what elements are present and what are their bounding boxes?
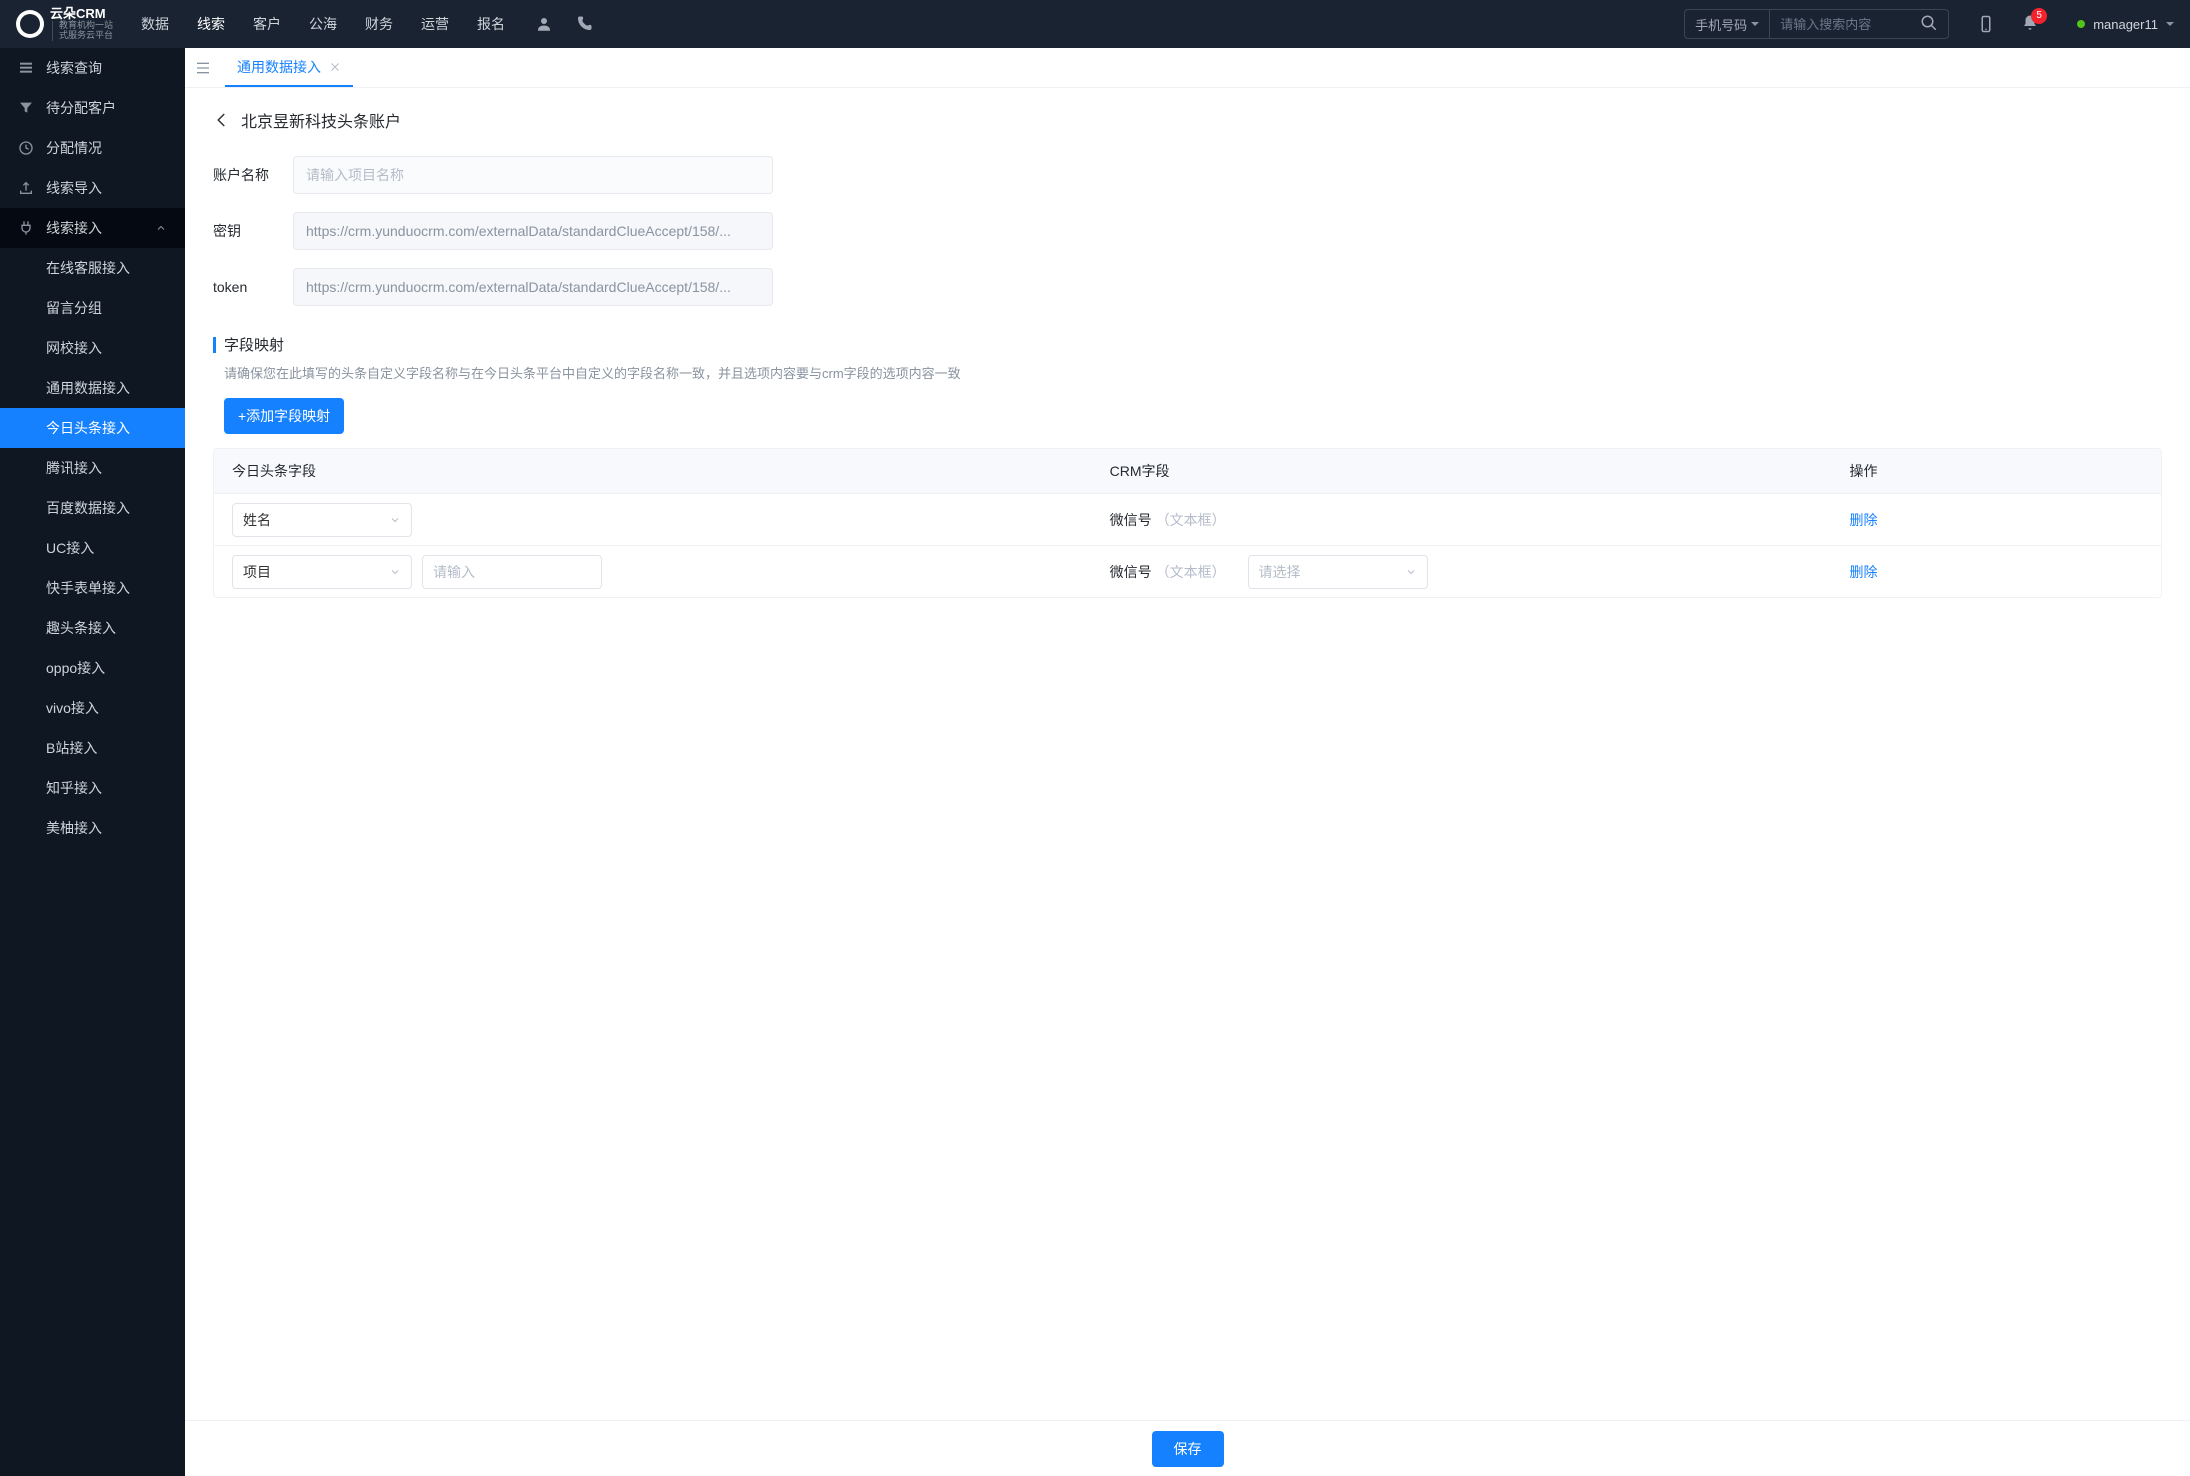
plug-icon	[18, 220, 34, 236]
account-name-label: 账户名称	[213, 165, 293, 185]
tab-generic-data[interactable]: 通用数据接入	[225, 48, 353, 87]
chevron-down-icon	[1751, 22, 1759, 30]
chevron-down-icon	[1405, 566, 1417, 578]
search-input[interactable]	[1770, 17, 1910, 32]
toutiao-field-select[interactable]: 姓名	[232, 503, 412, 537]
sidebar-subitem[interactable]: 快手表单接入	[0, 568, 185, 608]
add-mapping-button[interactable]: +添加字段映射	[224, 398, 344, 434]
toutiao-field-input[interactable]	[422, 555, 602, 589]
mapping-section-title: 字段映射	[224, 334, 284, 355]
notification-button[interactable]: 5	[2021, 14, 2039, 35]
search-icon	[1920, 14, 1938, 32]
sidebar-subitem[interactable]: B站接入	[0, 728, 185, 768]
table-row: 姓名 微信号（文本框） 删除	[214, 493, 2161, 545]
close-icon[interactable]	[329, 61, 341, 73]
table-header: 今日头条字段 CRM字段 操作	[214, 449, 2161, 493]
nav-item[interactable]: 公海	[309, 10, 337, 38]
chevron-down-icon	[389, 514, 401, 526]
toutiao-field-select[interactable]: 项目	[232, 555, 412, 589]
mobile-icon[interactable]	[1977, 15, 1995, 33]
delete-row-button[interactable]: 删除	[1849, 510, 1877, 530]
sidebar: 线索查询待分配客户分配情况线索导入线索接入在线客服接入留言分组网校接入通用数据接…	[0, 48, 185, 1476]
sidebar-subitem[interactable]: 腾讯接入	[0, 448, 185, 488]
sidebar-item[interactable]: 分配情况	[0, 128, 185, 168]
sidebar-subitem[interactable]: 知乎接入	[0, 768, 185, 808]
crm-field-label: 微信号	[1110, 564, 1152, 580]
main-area: 通用数据接入 北京昱新科技头条账户 账户名称 密钥 to	[185, 48, 2190, 1476]
user-add-icon[interactable]	[535, 15, 553, 33]
phone-icon[interactable]	[575, 15, 593, 33]
sidebar-item[interactable]: 线索导入	[0, 168, 185, 208]
col-action: 操作	[1849, 461, 2161, 481]
page-title: 北京昱新科技头条账户	[241, 108, 401, 132]
user-menu[interactable]: manager11	[2077, 17, 2174, 32]
back-icon[interactable]	[213, 111, 231, 129]
list-icon	[18, 60, 34, 76]
search-button[interactable]	[1910, 14, 1948, 35]
search-type-select[interactable]: 手机号码	[1685, 10, 1770, 38]
mapping-section-desc: 请确保您在此填写的头条自定义字段名称与在今日头条平台中自定义的字段名称一致，并且…	[213, 363, 2162, 382]
token-label: token	[213, 279, 293, 295]
section-bar-icon	[213, 337, 216, 353]
secret-label: 密钥	[213, 221, 293, 241]
clock-icon	[18, 140, 34, 156]
sidebar-subitem[interactable]: 百度数据接入	[0, 488, 185, 528]
sidebar-subitem[interactable]: vivo接入	[0, 688, 185, 728]
sidebar-item[interactable]: 线索接入	[0, 208, 185, 248]
sidebar-subitem[interactable]: 美柚接入	[0, 808, 185, 848]
save-button[interactable]: 保存	[1152, 1431, 1224, 1467]
crm-field-select[interactable]: 请选择	[1248, 555, 1428, 589]
nav-item[interactable]: 运营	[421, 10, 449, 38]
sidebar-subitem[interactable]: 网校接入	[0, 328, 185, 368]
upload-icon	[18, 180, 34, 196]
collapse-sidebar-icon[interactable]	[195, 60, 211, 76]
nav-item[interactable]: 客户	[253, 10, 281, 38]
nav-item[interactable]: 报名	[477, 10, 505, 38]
table-row: 项目 微信号（文本框） 请选择 删除	[214, 545, 2161, 597]
sidebar-item[interactable]: 待分配客户	[0, 88, 185, 128]
crm-field-type: （文本框）	[1156, 564, 1226, 580]
sidebar-subitem[interactable]: 在线客服接入	[0, 248, 185, 288]
sidebar-subitem[interactable]: 趣头条接入	[0, 608, 185, 648]
account-name-input[interactable]	[293, 156, 773, 194]
page-content: 北京昱新科技头条账户 账户名称 密钥 token 字段映射	[185, 88, 2190, 1476]
footer-bar: 保存	[185, 1420, 2190, 1476]
chevron-down-icon	[2166, 22, 2174, 30]
logo-subline: 教育机构一站 式服务云平台	[52, 21, 113, 41]
logo: 云朵CRM 教育机构一站 式服务云平台	[16, 7, 113, 41]
sidebar-subitem[interactable]: 今日头条接入	[0, 408, 185, 448]
chevron-up-icon	[155, 222, 167, 234]
filter-icon	[18, 100, 34, 116]
nav-item[interactable]: 财务	[365, 10, 393, 38]
tab-bar: 通用数据接入	[185, 48, 2190, 88]
col-toutiao-field: 今日头条字段	[214, 461, 1110, 481]
search-box: 手机号码	[1684, 9, 1949, 39]
sidebar-subitem[interactable]: oppo接入	[0, 648, 185, 688]
sidebar-subitem[interactable]: 留言分组	[0, 288, 185, 328]
sidebar-subitem[interactable]: UC接入	[0, 528, 185, 568]
nav-item[interactable]: 线索	[197, 10, 225, 38]
sidebar-item[interactable]: 线索查询	[0, 48, 185, 88]
notification-badge: 5	[2031, 8, 2047, 24]
top-nav: 云朵CRM 教育机构一站 式服务云平台 数据线索客户公海财务运营报名 手机号码	[0, 0, 2190, 48]
status-online-icon	[2077, 20, 2085, 28]
chevron-down-icon	[389, 566, 401, 578]
mapping-table: 今日头条字段 CRM字段 操作 姓名微信号（文本框）删除项目微信号（文本框） 请…	[213, 448, 2162, 598]
sidebar-subitem[interactable]: 通用数据接入	[0, 368, 185, 408]
crm-field-type: （文本框）	[1156, 512, 1226, 528]
delete-row-button[interactable]: 删除	[1849, 562, 1877, 582]
logo-mark-icon	[16, 10, 44, 38]
secret-input[interactable]	[293, 212, 773, 250]
crm-field-label: 微信号	[1110, 512, 1152, 528]
token-input[interactable]	[293, 268, 773, 306]
col-crm-field: CRM字段	[1110, 461, 1850, 481]
nav-item[interactable]: 数据	[141, 10, 169, 38]
